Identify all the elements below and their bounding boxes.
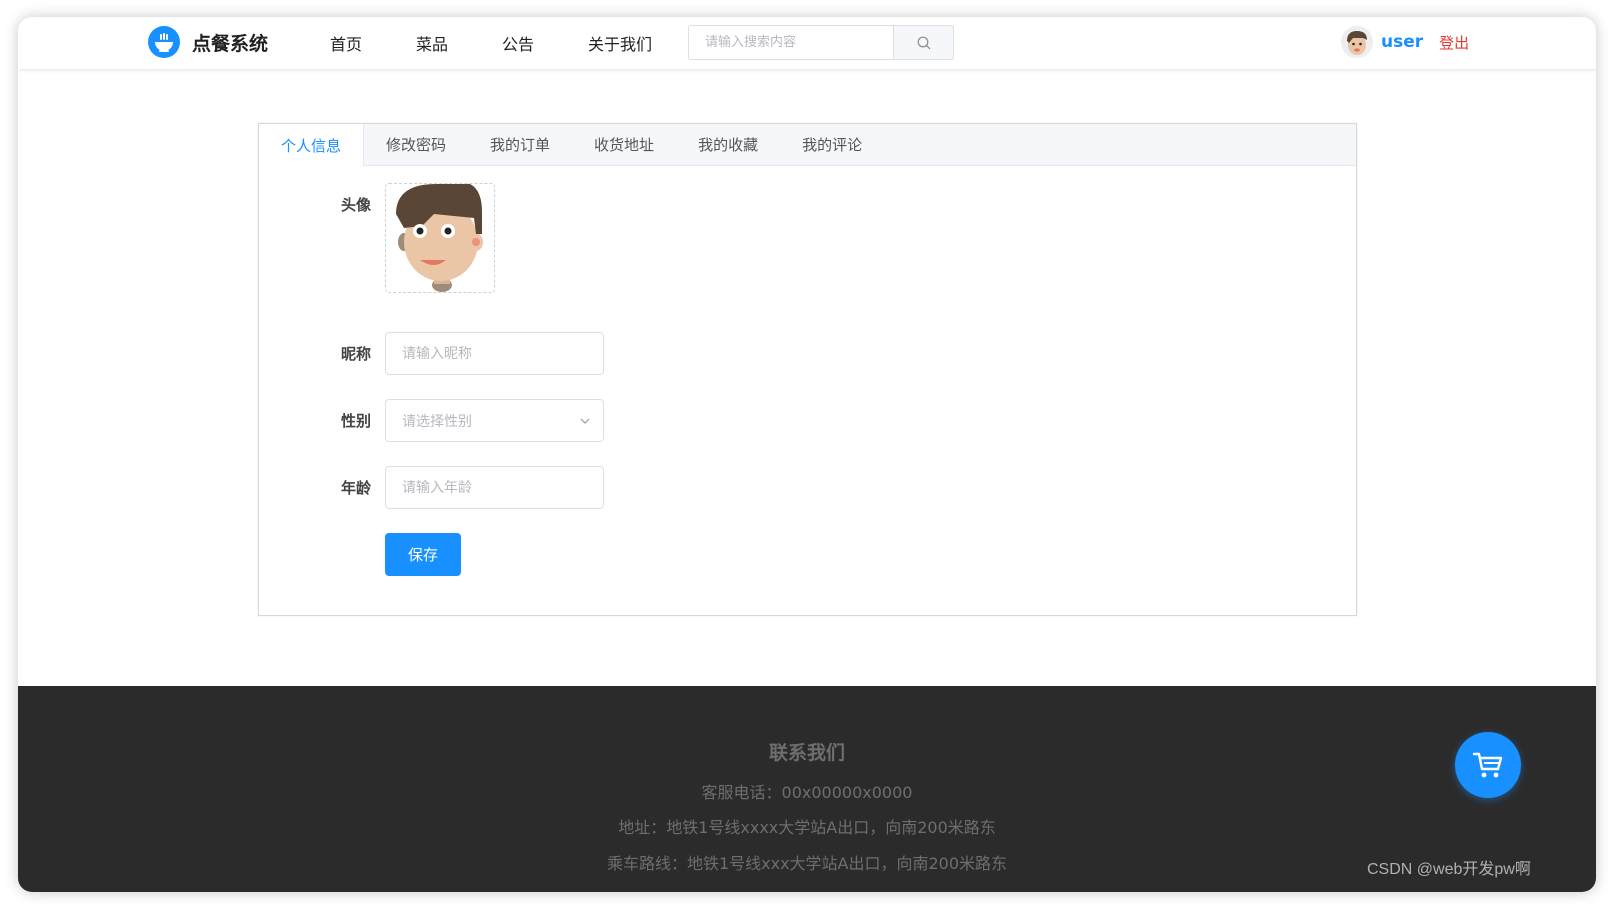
tab-change-password[interactable]: 修改密码 bbox=[364, 124, 468, 165]
footer-address: 地址：地铁1号线xxxx大学站A出口，向南200米路东 bbox=[618, 818, 996, 837]
search-icon bbox=[917, 36, 930, 49]
profile-panel: 个人信息 修改密码 我的订单 收货地址 我的收藏 我的评论 头像 昵称 请输入昵… bbox=[258, 123, 1357, 616]
nickname-input[interactable] bbox=[385, 332, 604, 375]
bowl-logo-icon bbox=[148, 26, 180, 58]
age-input[interactable] bbox=[385, 466, 604, 509]
shopping-cart-icon bbox=[1472, 752, 1503, 778]
user-area: user 登出 bbox=[1341, 26, 1469, 58]
nav-item-dishes[interactable]: 菜品 bbox=[416, 31, 448, 55]
gender-label: 性别 bbox=[340, 412, 371, 430]
age-label: 年龄 bbox=[340, 479, 371, 497]
tab-my-comments[interactable]: 我的评论 bbox=[780, 124, 884, 165]
logout-link[interactable]: 登出 bbox=[1439, 32, 1469, 53]
avatar-label: 头像 bbox=[340, 196, 371, 214]
nav-item-about[interactable]: 关于我们 bbox=[588, 31, 652, 55]
logo-text: 点餐系统 bbox=[192, 32, 269, 55]
avatar[interactable] bbox=[1341, 26, 1373, 58]
gender-select[interactable]: 请选择性别 bbox=[385, 399, 604, 442]
tab-favorites[interactable]: 我的收藏 bbox=[676, 124, 780, 165]
search-button[interactable] bbox=[893, 25, 954, 60]
footer: 联系我们 客服电话：00x00000x0000 地址：地铁1号线xxxx大学站A… bbox=[18, 686, 1596, 892]
footer-phone: 客服电话：00x00000x0000 bbox=[701, 783, 913, 802]
username[interactable]: user bbox=[1381, 32, 1423, 52]
footer-route: 乘车路线：地铁1号线xxx大学站A出口，向南200米路东 bbox=[606, 854, 1008, 873]
gender-select-placeholder: 请选择性别 bbox=[402, 413, 472, 430]
profile-tabs: 个人信息 修改密码 我的订单 收货地址 我的收藏 我的评论 bbox=[259, 124, 1356, 166]
tab-personal-info[interactable]: 个人信息 bbox=[259, 124, 365, 166]
save-button[interactable]: 保存 bbox=[385, 533, 461, 576]
top-header: 点餐系统 首页 菜品 公告 关于我们 请输入搜索内容 user 登出 bbox=[18, 17, 1596, 69]
chevron-down-icon bbox=[580, 418, 590, 424]
nickname-label: 昵称 bbox=[340, 345, 371, 363]
profile-avatar-icon bbox=[386, 184, 494, 292]
logo[interactable]: 点餐系统 bbox=[148, 26, 268, 58]
nav-item-notices[interactable]: 公告 bbox=[502, 31, 534, 55]
user-avatar-icon bbox=[1341, 26, 1373, 58]
main-nav: 首页 菜品 公告 关于我们 bbox=[330, 17, 706, 69]
tab-addresses[interactable]: 收货地址 bbox=[572, 124, 676, 165]
footer-title: 联系我们 bbox=[768, 742, 845, 764]
avatar-upload[interactable] bbox=[385, 183, 495, 293]
cart-button[interactable] bbox=[1455, 732, 1521, 798]
search-input[interactable] bbox=[688, 25, 893, 60]
watermark: CSDN @web开发pw啊 bbox=[1367, 861, 1531, 878]
nav-item-home[interactable]: 首页 bbox=[330, 31, 362, 55]
search-bar bbox=[688, 25, 954, 60]
tab-my-orders[interactable]: 我的订单 bbox=[468, 124, 572, 165]
app-window: 点餐系统 首页 菜品 公告 关于我们 请输入搜索内容 user 登出 个人信息 … bbox=[18, 17, 1596, 892]
